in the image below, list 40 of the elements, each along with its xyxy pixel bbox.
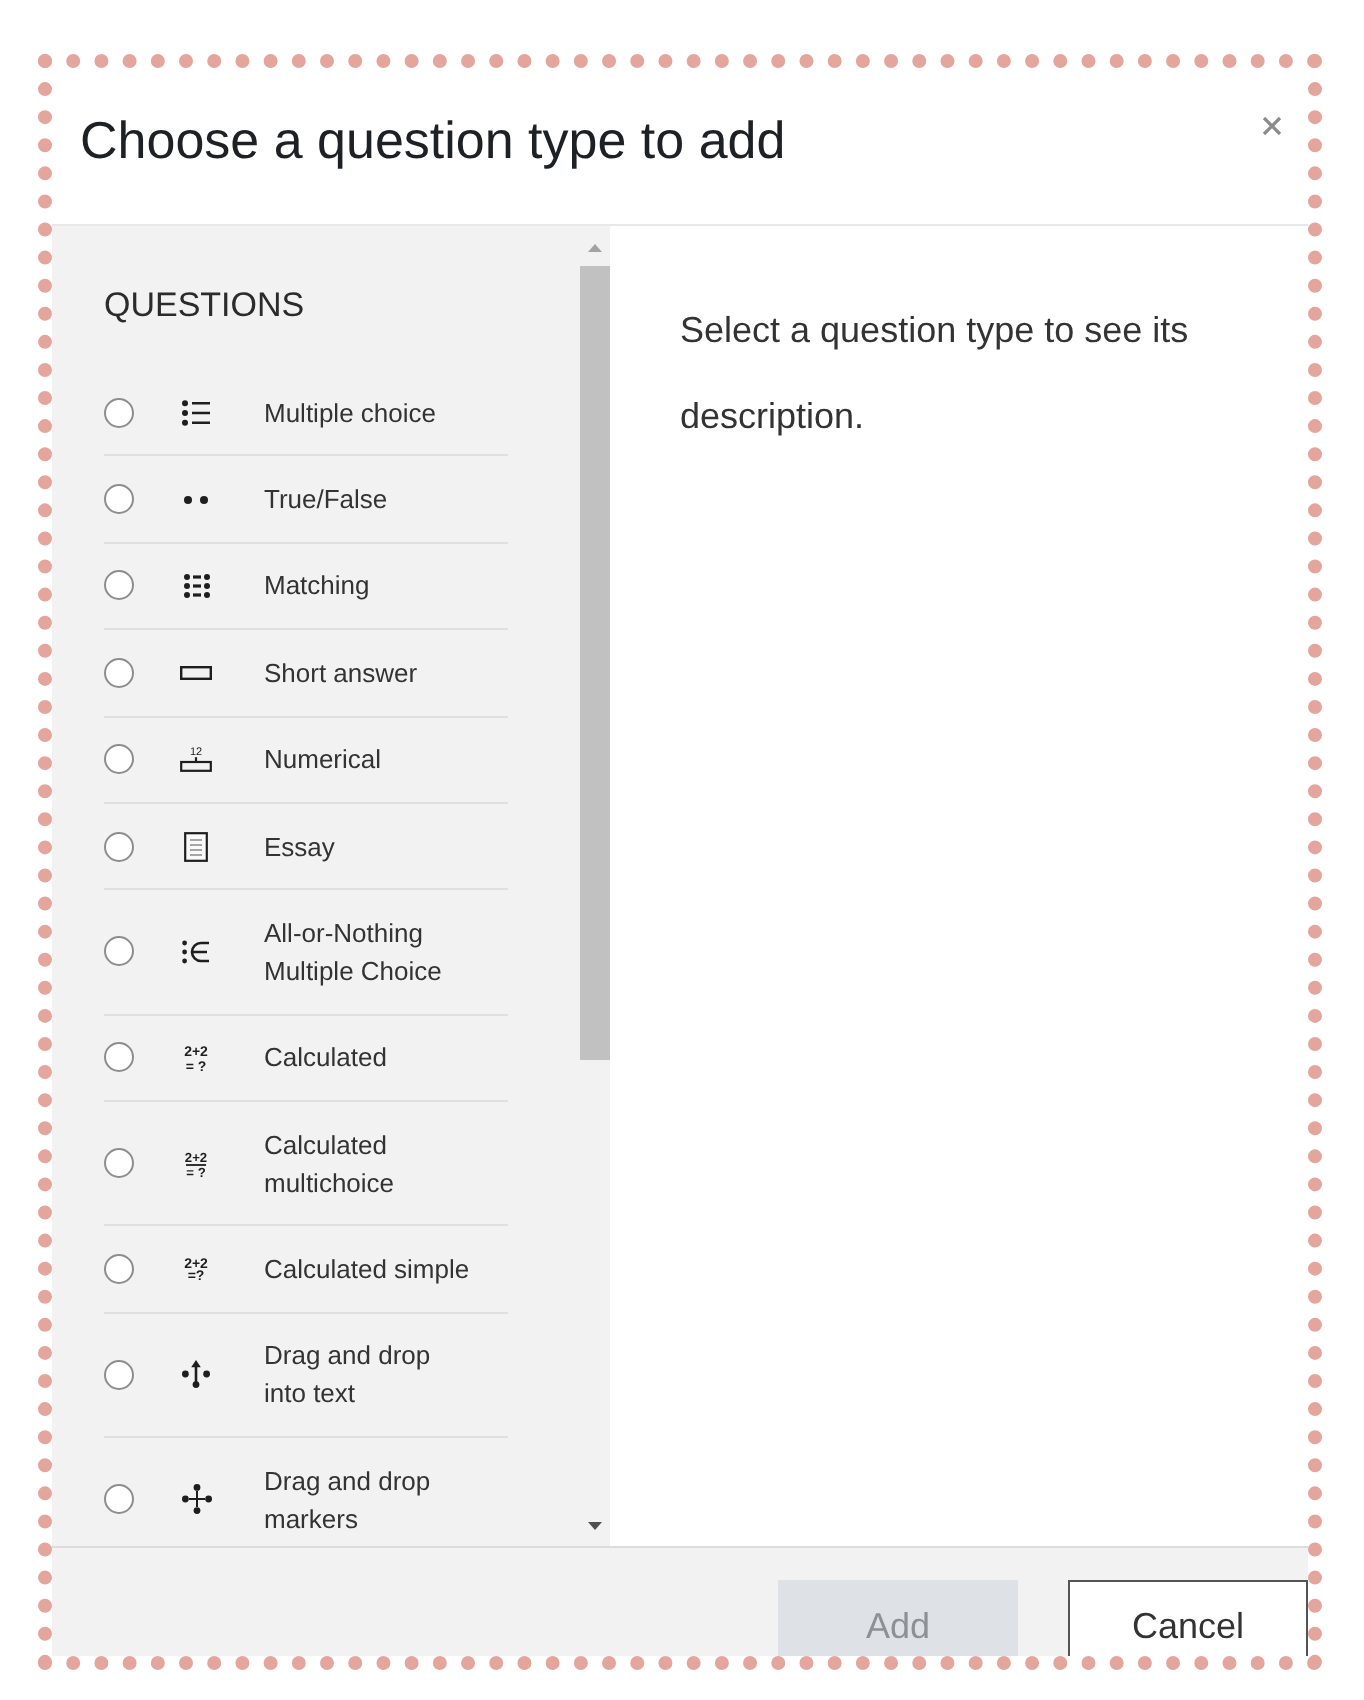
question-type-label[interactable]: Numerical (264, 740, 474, 779)
radio-button[interactable] (104, 936, 134, 967)
question-type-label[interactable]: Drag and drop into text (264, 1336, 474, 1413)
question-type-label[interactable]: Calculated (264, 1038, 474, 1077)
radio-button[interactable] (104, 831, 134, 862)
radio-button[interactable] (104, 570, 134, 601)
two-dots-icon (184, 495, 208, 504)
description-text: Select a question type to see its description. (680, 308, 1191, 440)
question-type-label[interactable]: All-or-Nothing Multiple Choice (264, 913, 474, 990)
dot-grid-icon (183, 573, 209, 598)
radio-button[interactable] (104, 1042, 134, 1073)
radio-button[interactable] (104, 1359, 134, 1390)
question-type-label[interactable]: Calculated multichoice (264, 1125, 474, 1202)
scroll-up-icon[interactable] (587, 244, 601, 252)
question-type-label[interactable]: Calculated simple (264, 1250, 474, 1289)
question-type-label[interactable]: Essay (264, 827, 474, 866)
list-icon (182, 399, 210, 426)
four-dots-icon (181, 1484, 211, 1515)
question-type-label[interactable]: Short answer (264, 653, 474, 692)
scrollbar-thumb[interactable] (579, 266, 609, 1060)
radio-button[interactable] (104, 744, 134, 775)
rectangle-icon (180, 665, 212, 680)
document-icon (184, 831, 208, 862)
question-type-label[interactable]: Drag and drop markers (264, 1461, 474, 1538)
radio-button[interactable] (104, 1254, 134, 1285)
radio-button[interactable] (104, 1148, 134, 1179)
scroll-down-icon[interactable] (587, 1522, 601, 1530)
cancel-button[interactable]: Cancel (1068, 1580, 1308, 1656)
radio-button[interactable] (104, 657, 134, 688)
close-icon[interactable] (1262, 116, 1282, 136)
question-type-label[interactable]: True/False (264, 480, 474, 519)
element-of-icon (182, 939, 210, 964)
arrow-dots-icon (182, 1360, 210, 1389)
radio-button[interactable] (104, 484, 134, 515)
question-type-label[interactable]: Multiple choice (264, 393, 474, 432)
dialog-title: Choose a question type to add (80, 110, 786, 170)
questions-heading: QUESTIONS (104, 286, 307, 326)
question-type-label[interactable]: Matching (264, 566, 474, 605)
radio-button[interactable] (104, 397, 134, 428)
radio-button[interactable] (104, 1484, 134, 1515)
